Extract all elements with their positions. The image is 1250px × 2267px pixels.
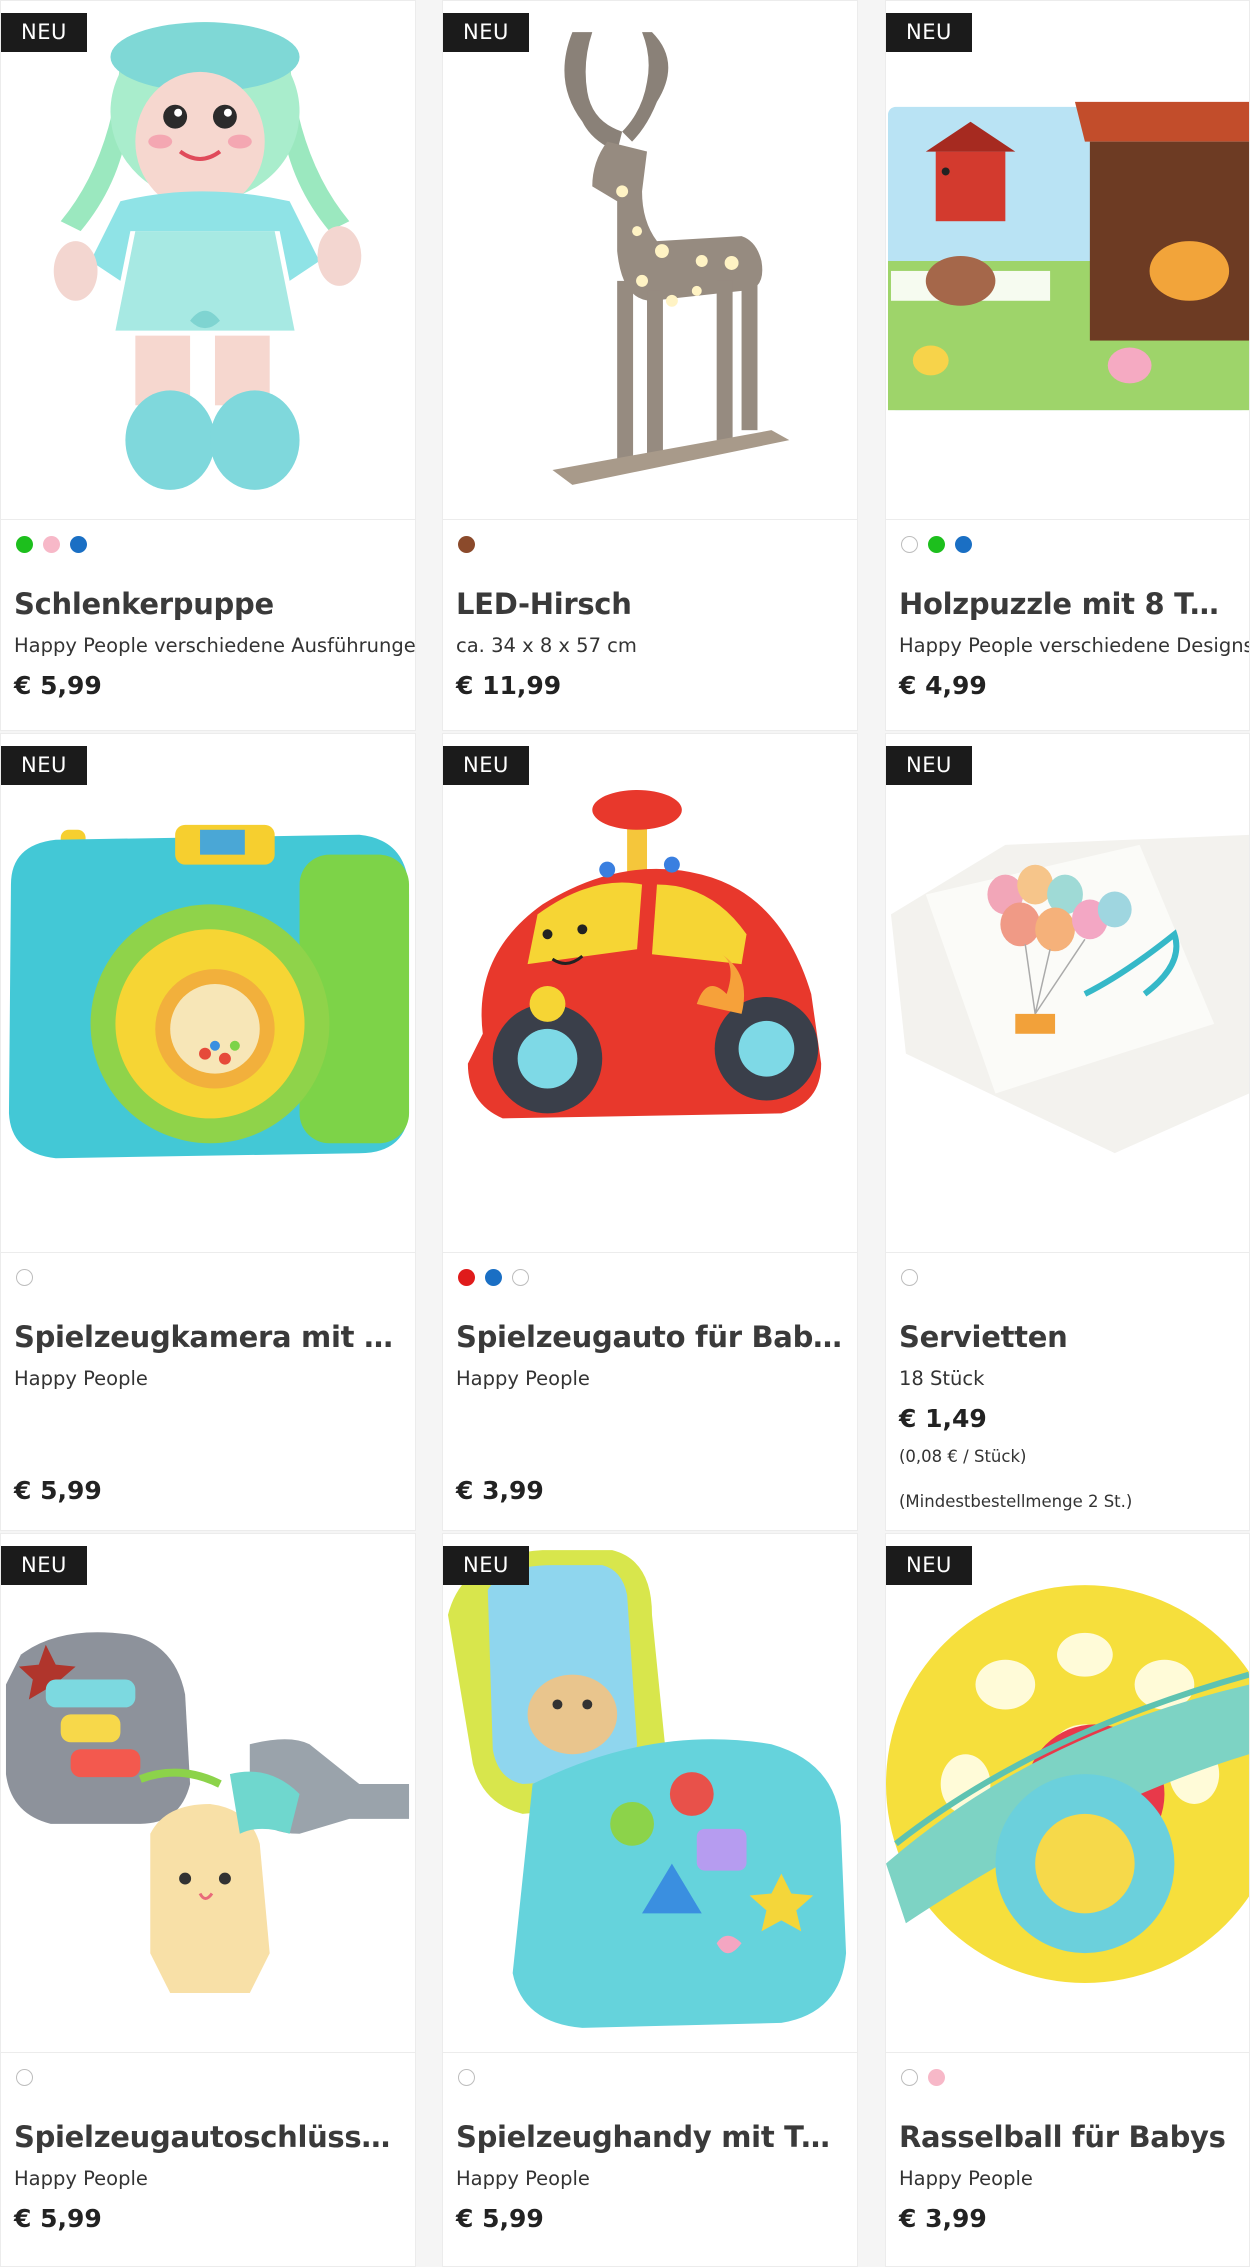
product-price: € 4,99 bbox=[899, 671, 987, 700]
rattle-ball-image bbox=[886, 1585, 1249, 1983]
product-card[interactable]: NEU Holzpuzzle mit 8 Teilen Happy People… bbox=[885, 0, 1250, 731]
product-subtitle: Happy People bbox=[456, 1367, 590, 1390]
product-subtitle: Happy People bbox=[14, 2167, 148, 2190]
product-price: € 5,99 bbox=[14, 2204, 102, 2233]
product-price: € 1,49 bbox=[899, 1404, 987, 1433]
product-subtitle: 18 Stück bbox=[899, 1367, 985, 1390]
product-card[interactable]: NEU Spielzeugauto für Babys Happy People… bbox=[442, 733, 858, 1531]
led-deer-image bbox=[552, 32, 790, 485]
product-title[interactable]: Spielzeugauto für Babys bbox=[456, 1320, 844, 1354]
product-title[interactable]: Spielzeugautoschlüssel mit So... bbox=[14, 2120, 402, 2154]
color-swatch-white[interactable] bbox=[901, 535, 918, 553]
product-subtitle: Happy People bbox=[14, 1367, 148, 1390]
new-badge: NEU bbox=[1, 1546, 87, 1585]
product-card[interactable]: NEU Spielzeugautoschlüssel mit So... Hap… bbox=[0, 1533, 416, 2267]
color-swatches bbox=[886, 520, 1249, 568]
product-grid: NEU Schlenkerpuppe Happy People verschie… bbox=[0, 0, 1250, 2267]
color-swatch-blue[interactable] bbox=[70, 535, 87, 553]
color-swatches bbox=[1, 1253, 415, 1301]
product-card[interactable]: NEU LED-Hirsch ca. 34 x 8 x 57 cm € 11,9… bbox=[442, 0, 858, 731]
product-image[interactable]: NEU bbox=[1, 734, 415, 1253]
color-swatch-green[interactable] bbox=[928, 535, 945, 553]
product-image[interactable]: NEU bbox=[443, 734, 857, 1253]
color-swatch-blue[interactable] bbox=[485, 1268, 502, 1286]
color-swatch-white[interactable] bbox=[512, 1268, 529, 1286]
product-price: € 5,99 bbox=[456, 2204, 544, 2233]
product-title[interactable]: Schlenkerpuppe bbox=[14, 587, 402, 621]
color-swatch-white[interactable] bbox=[901, 1268, 918, 1286]
product-price: € 3,99 bbox=[899, 2204, 987, 2233]
toy-car-image bbox=[467, 789, 822, 1119]
new-badge: NEU bbox=[886, 13, 972, 52]
product-image[interactable]: NEU bbox=[886, 734, 1249, 1253]
new-badge: NEU bbox=[443, 1546, 529, 1585]
new-badge: NEU bbox=[886, 746, 972, 785]
color-swatches bbox=[443, 1253, 857, 1301]
product-image[interactable]: NEU bbox=[886, 1, 1249, 520]
unit-price: (0,08 € / Stück) bbox=[899, 1447, 1027, 1466]
color-swatches bbox=[1, 2053, 415, 2101]
product-subtitle: ca. 34 x 8 x 57 cm bbox=[456, 634, 637, 657]
product-price: € 5,99 bbox=[14, 1476, 102, 1505]
product-title[interactable]: Holzpuzzle mit 8 Teilen bbox=[899, 587, 1236, 621]
product-image[interactable]: NEU bbox=[1, 1534, 415, 2053]
product-subtitle: Happy People bbox=[899, 2167, 1033, 2190]
color-swatch-green[interactable] bbox=[16, 535, 33, 553]
color-swatches bbox=[443, 2053, 857, 2101]
product-price: € 3,99 bbox=[456, 1476, 544, 1505]
product-image[interactable]: NEU bbox=[1, 1, 415, 520]
color-swatch-pink[interactable] bbox=[43, 535, 60, 553]
toy-camera-image bbox=[8, 824, 410, 1159]
product-title[interactable]: Spielzeughandy mit Tönen bbox=[456, 2120, 844, 2154]
toy-phone-image bbox=[447, 1550, 847, 2028]
product-subtitle: Happy People verschiedene Designs bbox=[899, 634, 1250, 657]
product-card[interactable]: NEU Spielzeugkamera mit Rassel Happy Peo… bbox=[0, 733, 416, 1531]
color-swatches bbox=[886, 2053, 1249, 2101]
color-swatch-white[interactable] bbox=[458, 2068, 475, 2086]
product-image[interactable]: NEU bbox=[443, 1534, 857, 2053]
wooden-puzzle-image bbox=[887, 101, 1249, 411]
product-image[interactable]: NEU bbox=[886, 1534, 1249, 2053]
rag-doll-image bbox=[53, 22, 362, 490]
product-title[interactable]: Spielzeugkamera mit Rassel bbox=[14, 1320, 402, 1354]
color-swatch-brown[interactable] bbox=[458, 535, 475, 553]
product-image[interactable]: NEU bbox=[443, 1, 857, 520]
min-order-note: (Mindestbestellmenge 2 St.) bbox=[899, 1492, 1133, 1511]
color-swatch-white[interactable] bbox=[16, 1268, 33, 1286]
product-price: € 5,99 bbox=[14, 671, 102, 700]
product-subtitle: Happy People bbox=[456, 2167, 590, 2190]
new-badge: NEU bbox=[886, 1546, 972, 1585]
color-swatch-white[interactable] bbox=[901, 2068, 918, 2086]
product-price: € 11,99 bbox=[456, 671, 562, 700]
product-card[interactable]: NEU Rasselball für Babys Happy People € bbox=[885, 1533, 1250, 2267]
color-swatches bbox=[1, 520, 415, 568]
color-swatch-pink[interactable] bbox=[928, 2068, 945, 2086]
color-swatch-red[interactable] bbox=[458, 1268, 475, 1286]
color-swatches bbox=[886, 1253, 1249, 1301]
color-swatch-blue[interactable] bbox=[955, 535, 972, 553]
napkins-image bbox=[890, 834, 1249, 1154]
product-card[interactable]: NEU Spielzeughandy mit Tönen Happy Peopl… bbox=[442, 1533, 858, 2267]
new-badge: NEU bbox=[443, 13, 529, 52]
product-card[interactable]: NEU Servietten 18 Stück € 1,49 (0,08 € /… bbox=[885, 733, 1250, 1531]
new-badge: NEU bbox=[443, 746, 529, 785]
color-swatches bbox=[443, 520, 857, 568]
toy-car-key-image bbox=[5, 1632, 410, 1994]
product-title[interactable]: LED-Hirsch bbox=[456, 587, 844, 621]
new-badge: NEU bbox=[1, 746, 87, 785]
product-title[interactable]: Servietten bbox=[899, 1320, 1236, 1354]
product-subtitle: Happy People verschiedene Ausführungen bbox=[14, 634, 416, 657]
color-swatch-white[interactable] bbox=[16, 2068, 33, 2086]
product-card[interactable]: NEU Schlenkerpuppe Happy People verschie… bbox=[0, 0, 416, 731]
new-badge: NEU bbox=[1, 13, 87, 52]
product-title[interactable]: Rasselball für Babys bbox=[899, 2120, 1236, 2154]
